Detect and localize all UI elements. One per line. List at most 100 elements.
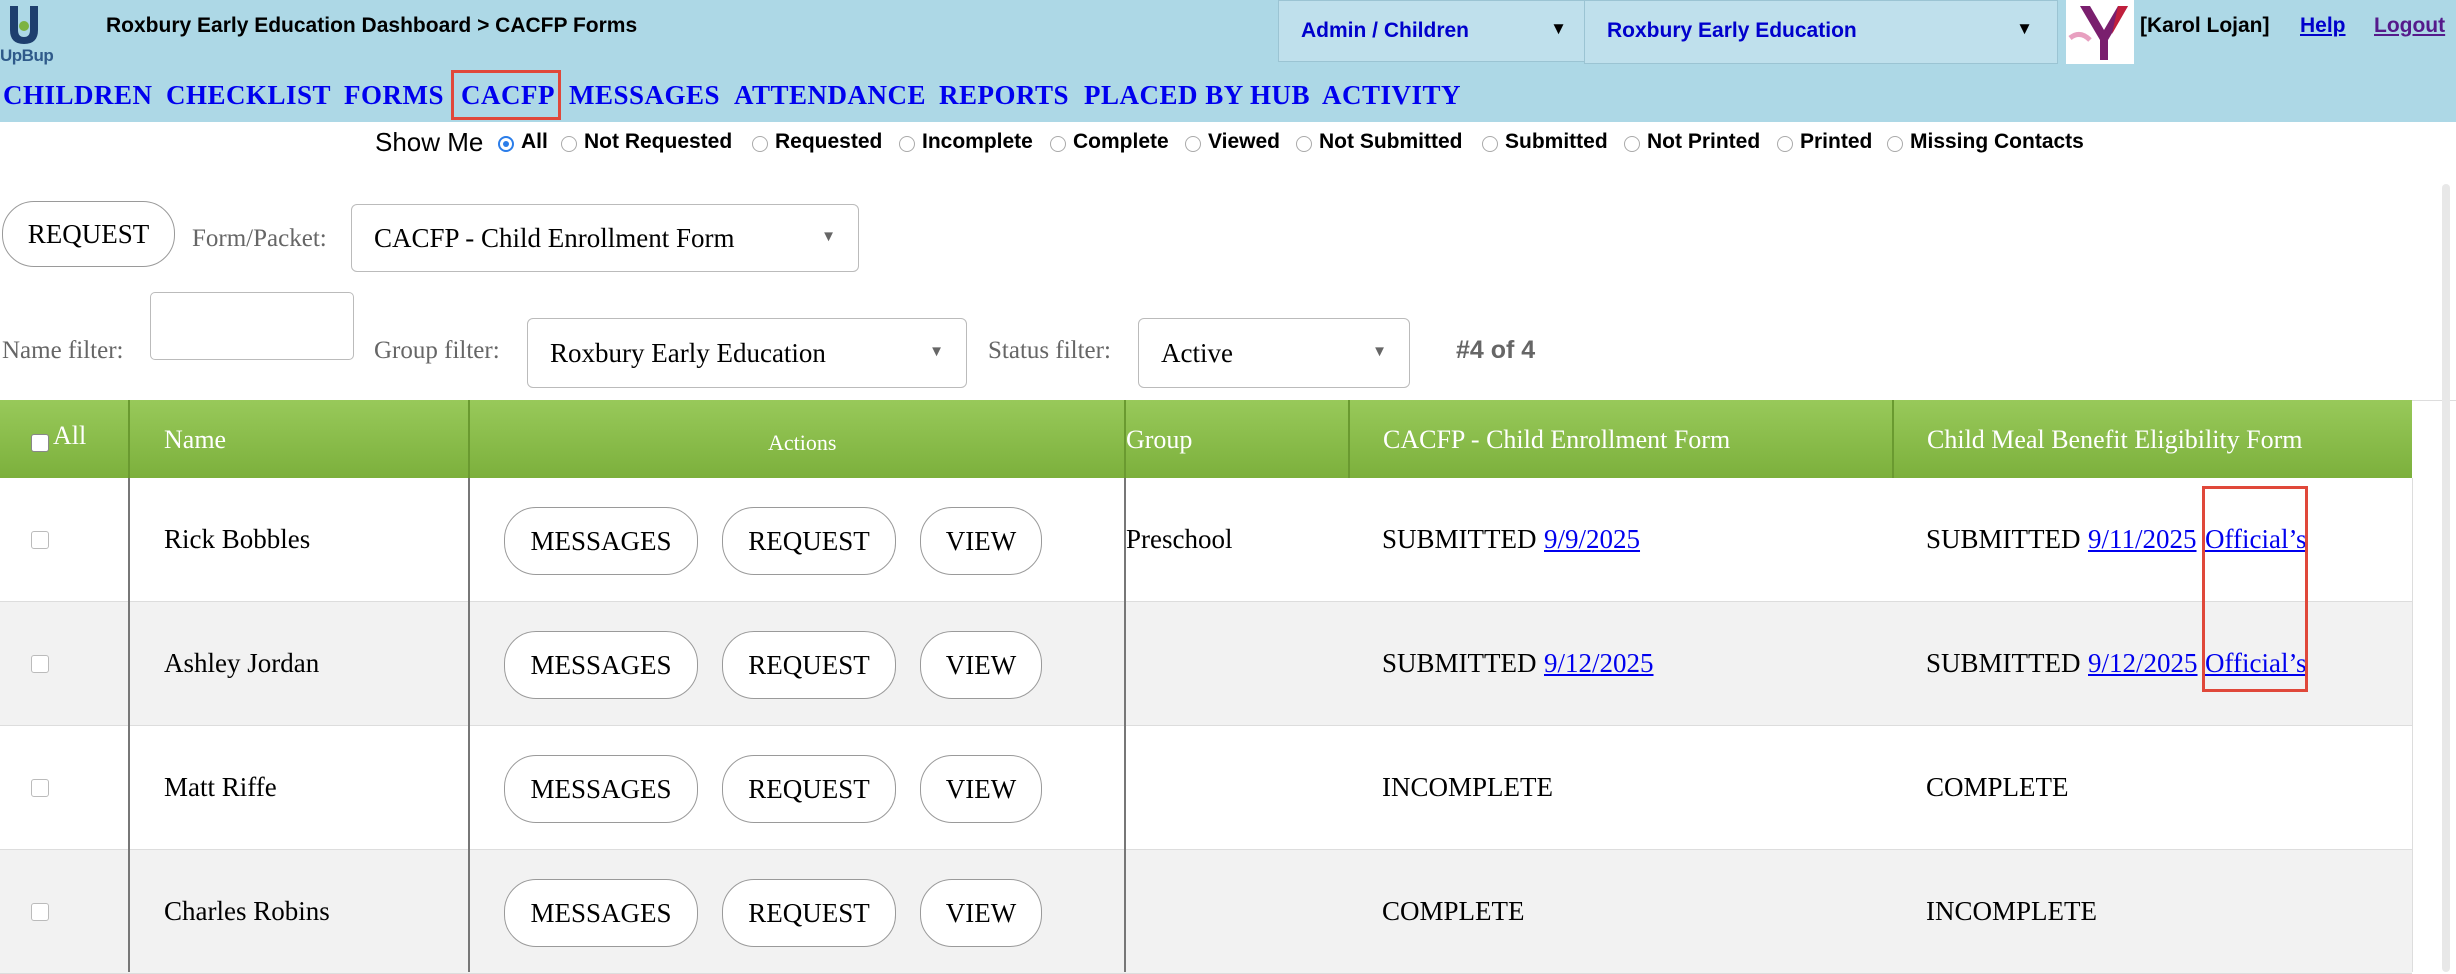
header-actions: Actions xyxy=(768,430,837,455)
row-checkbox[interactable] xyxy=(31,655,49,673)
radio-not-printed[interactable] xyxy=(1624,136,1640,152)
view-button[interactable]: VIEW xyxy=(920,879,1042,947)
group-filter-label: Group filter: xyxy=(374,337,500,364)
nav-activity[interactable]: ACTIVITY xyxy=(1322,80,1461,111)
radio-incomplete-label: Incomplete xyxy=(922,130,1033,153)
nav-messages[interactable]: MESSAGES xyxy=(569,80,720,111)
radio-requested[interactable] xyxy=(752,136,768,152)
nav-forms[interactable]: FORMS xyxy=(344,80,444,111)
header-meal-benefit[interactable]: Child Meal Benefit Eligibility Form xyxy=(1927,425,2303,455)
request-row-button[interactable]: REQUEST xyxy=(722,631,896,699)
radio-incomplete[interactable] xyxy=(899,136,915,152)
chevron-down-icon: ▼ xyxy=(929,344,944,360)
form2-date-link[interactable]: 9/12/2025 xyxy=(2088,648,2198,679)
radio-requested-label: Requested xyxy=(775,130,883,153)
column-divider xyxy=(1892,400,1894,478)
table-row: Rick Bobbles MESSAGES REQUEST VIEW Presc… xyxy=(0,478,2412,602)
form1-status: SUBMITTED xyxy=(1382,648,1537,678)
column-divider xyxy=(468,478,470,972)
result-count: #4 of 4 xyxy=(1456,336,1536,364)
form2-status: COMPLETE xyxy=(1926,772,2069,802)
column-divider xyxy=(128,400,130,478)
request-row-button[interactable]: REQUEST xyxy=(722,507,896,575)
form1-status: SUBMITTED xyxy=(1382,524,1537,554)
table-row: Matt Riffe MESSAGES REQUEST VIEW INCOMPL… xyxy=(0,726,2412,850)
header-cacfp-enrollment[interactable]: CACFP - Child Enrollment Form xyxy=(1383,425,1730,455)
column-divider xyxy=(1348,400,1350,478)
chevron-down-icon: ▼ xyxy=(1550,19,1567,38)
column-divider xyxy=(1124,478,1126,972)
messages-button[interactable]: MESSAGES xyxy=(504,631,698,699)
radio-all-label: All xyxy=(521,130,548,153)
name-filter-input[interactable] xyxy=(150,292,354,360)
main-nav: CHILDREN CHECKLIST FORMS CACFP MESSAGES … xyxy=(0,66,2456,122)
form2-status: SUBMITTED xyxy=(1926,524,2081,554)
status-filter-label: Status filter: xyxy=(988,337,1111,364)
messages-button[interactable]: MESSAGES xyxy=(504,755,698,823)
radio-not-requested-label: Not Requested xyxy=(584,130,733,153)
officials-link-highlight xyxy=(2202,486,2308,692)
logout-link[interactable]: Logout xyxy=(2374,14,2445,38)
organization-select-value: Roxbury Early Education xyxy=(1607,19,1857,42)
organization-select[interactable]: Roxbury Early Education ▼ xyxy=(1584,0,2058,64)
active-nav-highlight xyxy=(451,70,561,120)
breadcrumb: Roxbury Early Education Dashboard > CACF… xyxy=(106,14,638,37)
radio-not-requested[interactable] xyxy=(561,136,577,152)
form1-date-link[interactable]: 9/12/2025 xyxy=(1544,648,1654,679)
row-checkbox[interactable] xyxy=(31,903,49,921)
select-all-checkbox[interactable] xyxy=(31,434,49,452)
row-checkbox[interactable] xyxy=(31,531,49,549)
header-group[interactable]: Group xyxy=(1126,425,1192,455)
row-name: Matt Riffe xyxy=(164,772,277,802)
request-button[interactable]: REQUEST xyxy=(2,201,175,267)
radio-all[interactable] xyxy=(498,136,514,152)
nav-reports[interactable]: REPORTS xyxy=(939,80,1069,111)
current-user: [Karol Lojan] xyxy=(2140,14,2270,37)
radio-printed[interactable] xyxy=(1777,136,1793,152)
group-filter-value: Roxbury Early Education xyxy=(550,338,826,368)
nav-checklist[interactable]: CHECKLIST xyxy=(166,80,331,111)
view-button[interactable]: VIEW xyxy=(920,755,1042,823)
upbup-logo[interactable]: UpBup xyxy=(0,0,68,66)
radio-viewed[interactable] xyxy=(1185,136,1201,152)
view-button[interactable]: VIEW xyxy=(920,631,1042,699)
chevron-down-icon: ▼ xyxy=(2016,19,2033,38)
radio-not-submitted[interactable] xyxy=(1296,136,1312,152)
messages-button[interactable]: MESSAGES xyxy=(504,507,698,575)
chevron-down-icon: ▼ xyxy=(1372,344,1387,360)
form2-status: INCOMPLETE xyxy=(1926,896,2097,926)
nav-children[interactable]: CHILDREN xyxy=(3,80,153,111)
radio-complete[interactable] xyxy=(1050,136,1066,152)
radio-complete-label: Complete xyxy=(1073,130,1169,153)
group-filter-select[interactable]: Roxbury Early Education ▼ xyxy=(527,318,967,388)
request-row-button[interactable]: REQUEST xyxy=(722,879,896,947)
radio-not-submitted-label: Not Submitted xyxy=(1319,130,1463,153)
radio-printed-label: Printed xyxy=(1800,130,1873,153)
row-group: Preschool xyxy=(1126,524,1233,554)
nav-attendance[interactable]: ATTENDANCE xyxy=(734,80,926,111)
form-packet-select[interactable]: CACFP - Child Enrollment Form ▼ xyxy=(351,204,859,272)
row-name: Rick Bobbles xyxy=(164,524,311,554)
request-row-button[interactable]: REQUEST xyxy=(722,755,896,823)
status-filter-value: Active xyxy=(1161,338,1233,368)
help-link[interactable]: Help xyxy=(2300,14,2346,38)
logo-text: UpBup xyxy=(0,46,54,65)
header-all: All xyxy=(53,421,87,450)
view-button[interactable]: VIEW xyxy=(920,507,1042,575)
radio-missing-contacts[interactable] xyxy=(1887,136,1903,152)
nav-placed-by-hub[interactable]: PLACED BY HUB xyxy=(1084,80,1310,111)
form2-date-link[interactable]: 9/11/2025 xyxy=(2088,524,2197,555)
form1-status: INCOMPLETE xyxy=(1382,772,1553,802)
column-divider xyxy=(468,400,470,478)
header-name[interactable]: Name xyxy=(164,425,226,455)
role-select[interactable]: Admin / Children ▼ xyxy=(1278,0,1590,62)
role-select-value: Admin / Children xyxy=(1301,19,1469,42)
show-me-label: Show Me xyxy=(375,127,484,157)
form1-date-link[interactable]: 9/9/2025 xyxy=(1544,524,1640,555)
radio-submitted[interactable] xyxy=(1482,136,1498,152)
status-filter-select[interactable]: Active ▼ xyxy=(1138,318,1410,388)
row-checkbox[interactable] xyxy=(31,779,49,797)
column-divider xyxy=(128,478,130,972)
scrollbar-thumb[interactable] xyxy=(2442,184,2450,972)
messages-button[interactable]: MESSAGES xyxy=(504,879,698,947)
